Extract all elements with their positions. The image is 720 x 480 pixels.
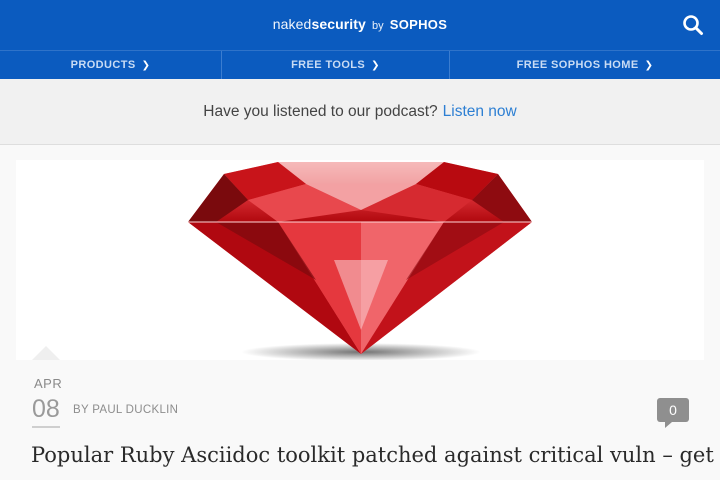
- hero-pointer: [32, 346, 60, 360]
- search-icon[interactable]: [682, 14, 704, 36]
- article-month: APR: [34, 376, 63, 391]
- nav-item-label: FREE TOOLS: [291, 59, 366, 71]
- ruby-gem-image: [188, 162, 532, 360]
- nav-item-products[interactable]: PRODUCTS ❯: [0, 51, 221, 79]
- podcast-text: Have you listened to our podcast?: [203, 102, 438, 120]
- article-byline[interactable]: BY PAUL DUCKLIN: [73, 404, 178, 416]
- nav-item-free-sophos-home[interactable]: FREE SOPHOS HOME ❯: [449, 51, 720, 79]
- podcast-banner: Have you listened to our podcast? Listen…: [0, 79, 720, 145]
- article-day: 08: [32, 394, 60, 428]
- nav-item-free-tools[interactable]: FREE TOOLS ❯: [221, 51, 449, 79]
- logo-naked-text: naked: [272, 16, 312, 32]
- chevron-right-icon: ❯: [141, 59, 151, 71]
- listen-now-link[interactable]: Listen now: [443, 103, 517, 121]
- site-logo[interactable]: nakedsecurity by SOPHOS: [0, 14, 720, 36]
- nav-item-label: FREE SOPHOS HOME: [516, 59, 639, 71]
- chevron-right-icon: ❯: [644, 59, 654, 71]
- site-header: nakedsecurity by SOPHOS: [0, 0, 720, 50]
- chevron-right-icon: ❯: [371, 59, 380, 71]
- logo-by-text: by: [371, 20, 384, 32]
- comment-count-badge[interactable]: 0: [657, 398, 689, 428]
- main-nav: PRODUCTS ❯ FREE TOOLS ❯ FREE SOPHOS HOME ❯: [0, 50, 720, 79]
- logo-sophos-text: SOPHOS: [389, 17, 448, 32]
- article-hero-image[interactable]: [16, 160, 704, 360]
- logo-security-text: security: [311, 16, 366, 32]
- nav-item-label: PRODUCTS: [70, 59, 136, 71]
- article-title[interactable]: Popular Ruby Asciidoc toolkit patched ag…: [31, 443, 720, 467]
